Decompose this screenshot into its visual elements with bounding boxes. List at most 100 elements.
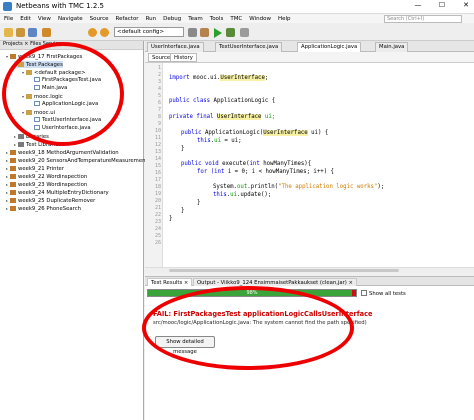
open-project-icon[interactable] bbox=[16, 28, 25, 37]
code-editor[interactable]: 1 2 3 4 5 6 7 8 9 10 11 12 13 14 15 16 1… bbox=[145, 63, 474, 273]
tree-file-applicationlogic[interactable]: ApplicationLogic.java bbox=[30, 101, 98, 108]
menu-navigate[interactable]: Navigate bbox=[58, 16, 83, 22]
tree-package-mooc-ui[interactable]: ▾ mooc.ui bbox=[22, 109, 55, 116]
code-highlight: UserInterface bbox=[263, 130, 308, 136]
tree-file-userinterface[interactable]: UserInterface.java bbox=[30, 125, 91, 132]
project-icon bbox=[10, 158, 16, 163]
undo-icon[interactable] bbox=[42, 28, 51, 37]
menu-run[interactable]: Run bbox=[146, 16, 157, 22]
close-button[interactable]: ✕ bbox=[460, 1, 472, 9]
code-text: ApplicationLogic( bbox=[204, 130, 264, 136]
tree-project-week9-18[interactable]: ▸ week9_18 MethodArgumentValidation bbox=[6, 149, 119, 156]
menu-debug[interactable]: Debug bbox=[163, 16, 181, 22]
tree-project-week9-25[interactable]: ▸ week9_25 DuplicateRemover bbox=[6, 197, 95, 204]
tree-project-week9-26[interactable]: ▸ week9_26 PhoneSearch bbox=[6, 205, 81, 212]
editor-horizontal-scrollbar[interactable] bbox=[145, 267, 474, 273]
tree-label: TextUserInterface.java bbox=[42, 117, 102, 123]
tree-test-libraries[interactable]: ▸ Test Libraries bbox=[14, 141, 61, 148]
projects-panel-tabs[interactable]: Projects × Files Services bbox=[0, 41, 143, 50]
line-number: 5 bbox=[157, 93, 161, 99]
tree-project-week9-21[interactable]: ▸ week9_21 Printer bbox=[6, 165, 64, 172]
code-keyword: int bbox=[214, 169, 225, 175]
line-number: 3 bbox=[157, 79, 161, 85]
tree-file-textuserinterface[interactable]: TextUserInterface.java bbox=[30, 117, 101, 124]
package-icon bbox=[26, 94, 32, 99]
tree-test-packages[interactable]: ▾ Test Packages bbox=[14, 61, 63, 68]
tree-label: mooc.logic bbox=[34, 94, 63, 100]
code-keyword: int bbox=[249, 161, 260, 167]
code-line-constructor: public ApplicationLogic(UserInterface ui… bbox=[181, 130, 328, 136]
tree-libraries[interactable]: ▸ Libraries bbox=[14, 133, 49, 140]
undo-arrow-icon[interactable] bbox=[88, 28, 97, 37]
line-number: 19 bbox=[154, 191, 161, 197]
line-number: 4 bbox=[157, 86, 161, 92]
menu-tmc[interactable]: TMC bbox=[230, 16, 242, 22]
code-line-close: } bbox=[169, 216, 173, 222]
code-line-close: } bbox=[181, 146, 185, 152]
menu-source[interactable]: Source bbox=[90, 16, 109, 22]
code-text: howManyTimes){ bbox=[259, 161, 312, 167]
progress-label: 98% bbox=[246, 290, 258, 296]
tree-label: week9_18 MethodArgumentValidation bbox=[18, 150, 119, 156]
tree-project-week9-23[interactable]: ▸ week9_23 Wordinspection bbox=[6, 181, 87, 188]
project-icon bbox=[10, 182, 16, 187]
project-icon bbox=[10, 190, 16, 195]
line-number: 10 bbox=[154, 128, 161, 134]
checkbox-icon[interactable] bbox=[361, 290, 367, 296]
test-progress-bar: 98% bbox=[147, 289, 357, 297]
save-icon[interactable] bbox=[28, 28, 37, 37]
menu-tools[interactable]: Tools bbox=[210, 16, 224, 22]
code-line-for: for (int i = 0; i < howManyTimes; i++) { bbox=[197, 169, 334, 175]
maximize-button[interactable]: ☐ bbox=[436, 1, 448, 9]
debug-icon[interactable] bbox=[226, 28, 235, 37]
build-icon[interactable] bbox=[188, 28, 197, 37]
menu-refactor[interactable]: Refactor bbox=[116, 16, 139, 22]
checkbox-label: Show all tests bbox=[369, 291, 406, 297]
line-number: 21 bbox=[154, 205, 161, 211]
tree-project-week9-20[interactable]: ▸ week9_20 SensorsAndTemperatureMeasureme… bbox=[6, 157, 148, 164]
tree-file-firstpackagestest[interactable]: FirstPackagesTest.java bbox=[30, 77, 101, 84]
new-project-icon[interactable] bbox=[4, 28, 13, 37]
run-icon[interactable] bbox=[214, 28, 222, 38]
search-input[interactable]: Search (Ctrl+I) bbox=[384, 15, 462, 23]
menu-help[interactable]: Help bbox=[278, 16, 291, 22]
minimize-button[interactable]: — bbox=[412, 1, 424, 9]
profile-icon[interactable] bbox=[240, 28, 249, 37]
menu-edit[interactable]: Edit bbox=[20, 16, 31, 22]
code-text: mooc.ui. bbox=[192, 75, 221, 81]
menu-view[interactable]: View bbox=[38, 16, 51, 22]
code-field: ui bbox=[230, 192, 237, 198]
tree-label: Test Libraries bbox=[26, 142, 61, 148]
tab-textuserinterface[interactable]: TextUserInterface.java bbox=[215, 42, 283, 52]
config-select[interactable]: <default config> bbox=[114, 27, 184, 37]
show-detailed-message-button[interactable]: Show detailed message bbox=[155, 336, 215, 355]
tab-applicationlogic[interactable]: ApplicationLogic.java bbox=[297, 42, 362, 52]
tree-label: week9_20 SensorsAndTemperatureMeasuremen… bbox=[18, 158, 148, 164]
fail-detail: src/mooc/logic/ApplicationLogic.java: Th… bbox=[153, 320, 367, 326]
editor-tab-bar: UserInterface.java TextUserInterface.jav… bbox=[145, 41, 474, 52]
main-toolbar bbox=[0, 23, 474, 41]
menu-file[interactable]: File bbox=[4, 16, 13, 22]
tree-label: week9_24 MultipleEntryDictionary bbox=[18, 190, 109, 196]
tab-userinterface[interactable]: UserInterface.java bbox=[147, 42, 204, 52]
show-all-tests-checkbox[interactable]: Show all tests bbox=[361, 290, 406, 297]
tree-default-package[interactable]: ▾ <default package> bbox=[22, 69, 86, 76]
clean-build-icon[interactable] bbox=[200, 28, 209, 37]
java-file-icon bbox=[34, 85, 40, 90]
tab-main[interactable]: Main.java bbox=[375, 42, 409, 52]
tree-project-week9-22[interactable]: ▸ week9_22 Wordinspection bbox=[6, 173, 87, 180]
tree-file-main[interactable]: Main.java bbox=[30, 85, 67, 92]
menu-team[interactable]: Team bbox=[188, 16, 203, 22]
line-number: 13 bbox=[154, 149, 161, 155]
tree-package-mooc-logic[interactable]: ▾ mooc.logic bbox=[22, 93, 63, 100]
tree-project-week9-24[interactable]: ▸ week9_24 MultipleEntryDictionary bbox=[6, 189, 109, 196]
code-text: System. bbox=[213, 184, 237, 190]
menu-window[interactable]: Window bbox=[249, 16, 271, 22]
code-line-method: public void execute(int howManyTimes){ bbox=[181, 161, 311, 167]
code-keyword: this bbox=[197, 138, 211, 144]
tree-project-firstpackages[interactable]: ▾ week9_17 FirstPackages bbox=[6, 53, 82, 60]
fail-title: FAIL: FirstPackagesTest applicationLogic… bbox=[153, 310, 373, 318]
redo-icon[interactable] bbox=[100, 28, 109, 37]
history-button[interactable]: History bbox=[170, 53, 197, 62]
scrollbar-thumb[interactable] bbox=[169, 269, 399, 272]
